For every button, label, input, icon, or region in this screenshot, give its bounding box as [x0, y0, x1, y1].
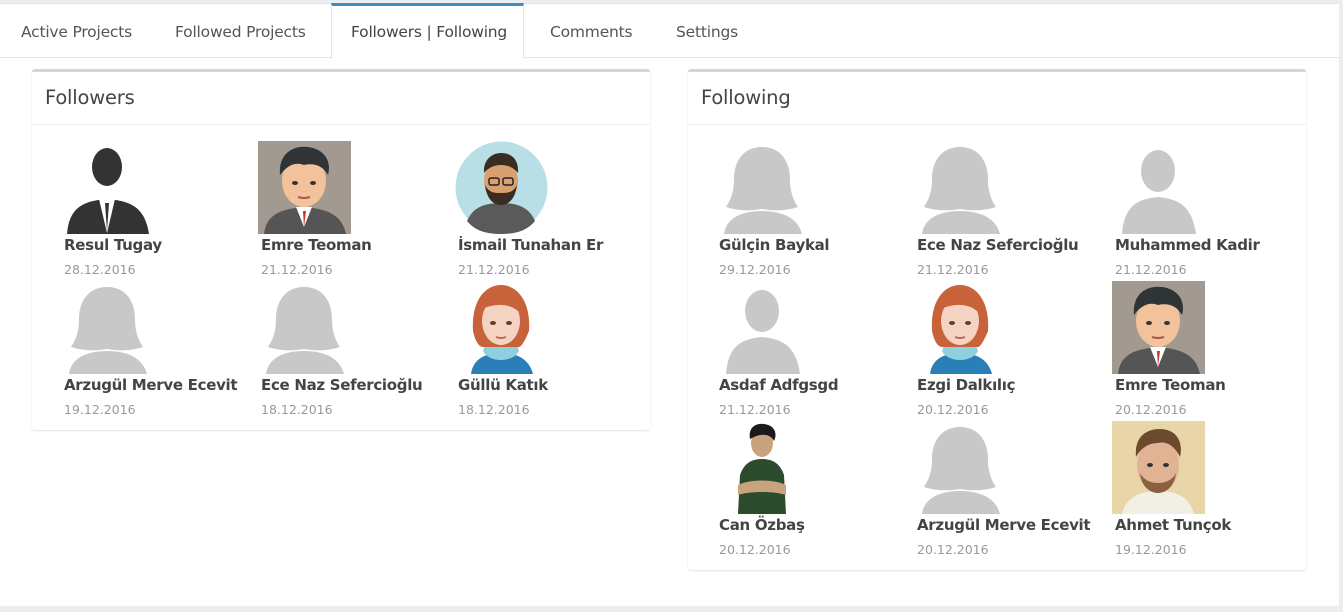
followers-title: Followers [45, 86, 135, 109]
follow-date: 20.12.2016 [917, 402, 989, 417]
person-name[interactable]: Asdaf Adfgsgd [719, 376, 839, 394]
photo-man-crossed-arms-icon[interactable] [716, 421, 809, 514]
profile-page: Active Projects Followed Projects Follow… [0, 3, 1339, 606]
following-header: Following [688, 72, 1306, 125]
follow-date: 18.12.2016 [458, 402, 530, 417]
person-card[interactable]: Can Özbaş 20.12.2016 [716, 421, 906, 557]
person-name[interactable]: Ece Naz Sefercioğlu [917, 236, 1079, 254]
person-name[interactable]: Muhammed Kadir [1115, 236, 1260, 254]
person-card[interactable]: Arzugül Merve Ecevit 19.12.2016 [61, 281, 251, 417]
tab-followed-projects[interactable]: Followed Projects [175, 4, 306, 58]
followers-header: Followers [32, 72, 650, 125]
follow-date: 21.12.2016 [1115, 262, 1187, 277]
cartoon-man-suit-icon[interactable] [258, 141, 351, 234]
male-placeholder-icon[interactable] [1112, 141, 1205, 234]
profile-tabs: Active Projects Followed Projects Follow… [0, 3, 1339, 59]
person-name[interactable]: Emre Teoman [261, 236, 372, 254]
tab-followers-following[interactable]: Followers | Following [331, 3, 524, 59]
person-name[interactable]: Ezgi Dalkılıç [917, 376, 1015, 394]
person-card[interactable]: İsmail Tunahan Er 21.12.2016 [455, 141, 645, 277]
follow-date: 20.12.2016 [917, 542, 989, 557]
person-card[interactable]: Arzugül Merve Ecevit 20.12.2016 [914, 421, 1104, 557]
follow-date: 21.12.2016 [458, 262, 530, 277]
bearded-man-round-icon[interactable] [455, 141, 548, 234]
tab-active-projects[interactable]: Active Projects [21, 4, 132, 58]
follow-date: 29.12.2016 [719, 262, 791, 277]
tab-comments[interactable]: Comments [550, 4, 633, 58]
person-card[interactable]: Asdaf Adfgsgd 21.12.2016 [716, 281, 906, 417]
following-box: Following Gülçin Baykal 29.12.2016 Ece Naz… [688, 69, 1306, 570]
person-name[interactable]: Ahmet Tunçok [1115, 516, 1231, 534]
follow-date: 21.12.2016 [261, 262, 333, 277]
person-card[interactable]: Ece Naz Sefercioğlu 18.12.2016 [258, 281, 448, 417]
female-placeholder-icon[interactable] [914, 421, 1007, 514]
person-card[interactable]: Güllü Katık 18.12.2016 [455, 281, 645, 417]
person-card[interactable]: Ezgi Dalkılıç 20.12.2016 [914, 281, 1104, 417]
cartoon-woman-redhead-icon[interactable] [914, 281, 1007, 374]
cartoon-woman-redhead-icon[interactable] [455, 281, 548, 374]
person-card[interactable]: Ece Naz Sefercioğlu 21.12.2016 [914, 141, 1104, 277]
person-card[interactable]: Emre Teoman 20.12.2016 [1112, 281, 1302, 417]
person-card[interactable]: Emre Teoman 21.12.2016 [258, 141, 448, 277]
following-title: Following [701, 86, 791, 109]
person-name[interactable]: Arzugül Merve Ecevit [64, 376, 238, 394]
followers-box: Followers Resul Tugay 28.12.2016 Emre Teom… [32, 69, 650, 430]
cartoon-man-suit-icon[interactable] [1112, 281, 1205, 374]
photo-man-portrait-icon[interactable] [1112, 421, 1205, 514]
follow-date: 19.12.2016 [64, 402, 136, 417]
female-placeholder-icon[interactable] [716, 141, 809, 234]
person-name[interactable]: Ece Naz Sefercioğlu [261, 376, 423, 394]
person-card[interactable]: Resul Tugay 28.12.2016 [61, 141, 251, 277]
person-name[interactable]: Resul Tugay [64, 236, 162, 254]
person-card[interactable]: Ahmet Tunçok 19.12.2016 [1112, 421, 1302, 557]
follow-date: 18.12.2016 [261, 402, 333, 417]
male-placeholder-icon[interactable] [716, 281, 809, 374]
female-placeholder-icon[interactable] [61, 281, 154, 374]
person-name[interactable]: Arzugül Merve Ecevit [917, 516, 1091, 534]
person-name[interactable]: Can Özbaş [719, 516, 805, 534]
person-name[interactable]: İsmail Tunahan Er [458, 236, 603, 254]
person-name[interactable]: Emre Teoman [1115, 376, 1226, 394]
follow-date: 20.12.2016 [1115, 402, 1187, 417]
person-card[interactable]: Muhammed Kadir 21.12.2016 [1112, 141, 1302, 277]
follow-date: 20.12.2016 [719, 542, 791, 557]
female-placeholder-icon[interactable] [914, 141, 1007, 234]
businessman-silhouette-icon[interactable] [61, 141, 154, 234]
person-name[interactable]: Gülçin Baykal [719, 236, 830, 254]
tab-settings[interactable]: Settings [676, 4, 738, 58]
female-placeholder-icon[interactable] [258, 281, 351, 374]
follow-date: 21.12.2016 [719, 402, 791, 417]
follow-date: 19.12.2016 [1115, 542, 1187, 557]
person-name[interactable]: Güllü Katık [458, 376, 548, 394]
person-card[interactable]: Gülçin Baykal 29.12.2016 [716, 141, 906, 277]
follow-date: 21.12.2016 [917, 262, 989, 277]
follow-date: 28.12.2016 [64, 262, 136, 277]
